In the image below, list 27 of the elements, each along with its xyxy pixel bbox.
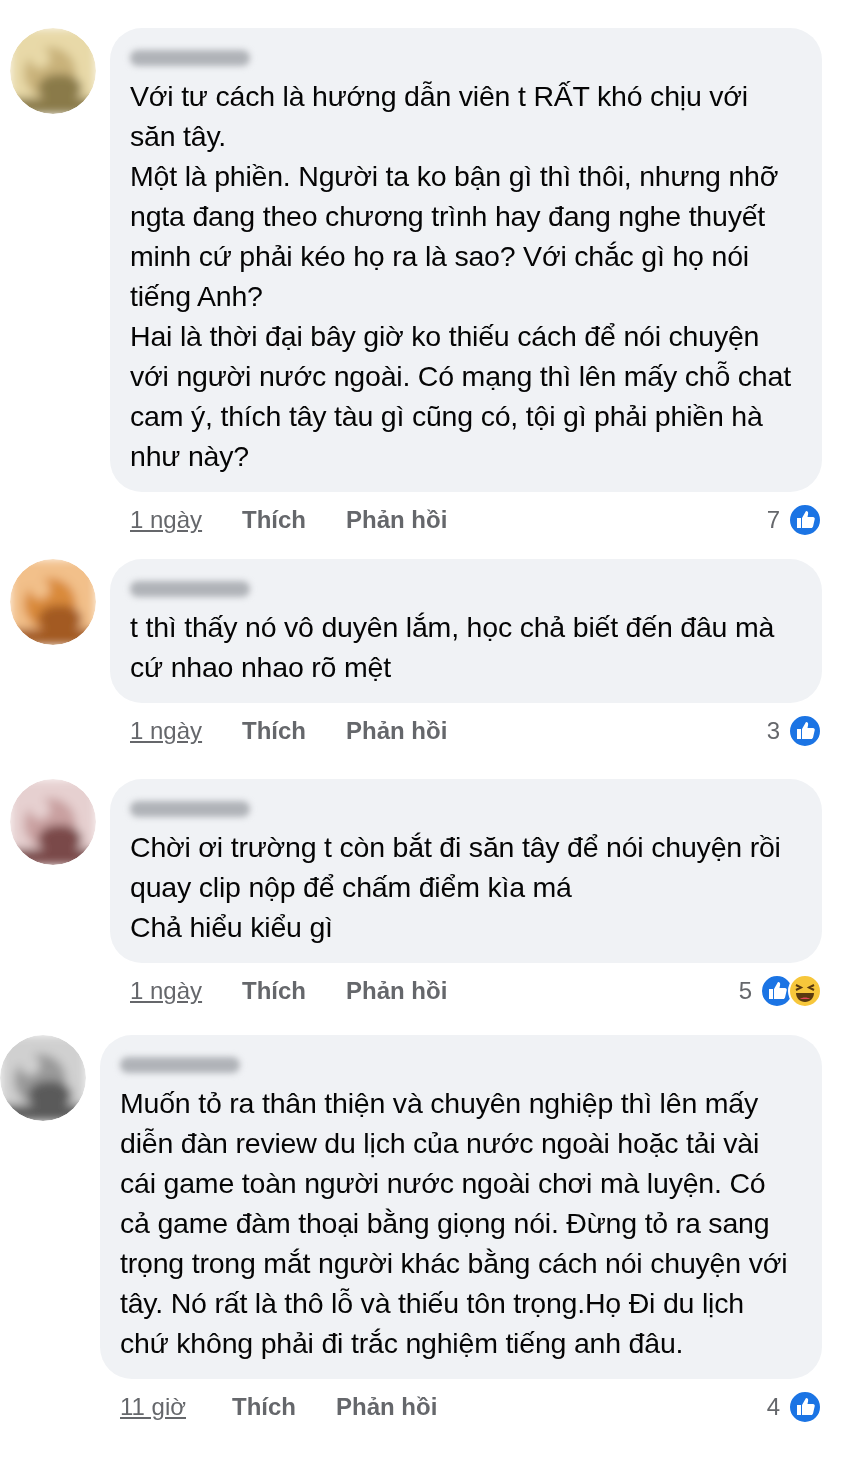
timestamp-link[interactable]: 1 ngày	[130, 973, 242, 1009]
comment-text: Hai là thời đại bây giờ ko thiếu cách để nói chuyện với người nước ngoài. Có mạng thì lên mấy chỗ chat cam ý, thích tây tàu gì cũng có, tội gì phải phiền hà như này?	[130, 319, 792, 474]
reaction-count: 5	[738, 976, 752, 1006]
reaction-count: 7	[766, 505, 780, 535]
thumbs-up-icon	[788, 503, 822, 537]
comment-text: Muốn tỏ ra thân thiện và chuyên nghiệp thì lên mấy diễn đàn review du lịch của nước ngoài hoặc tải vài cái game toàn người nước ngoài chơi mà luyện. Có cả game đàm thoại bằng giọng nói. Đừng tỏ ra sang trọng trong mắt người khác bằng cách nói chuyện với tây. Nó rất là thô lỗ và thiếu tôn trọng.Họ Đi du lịch chứ không phải đi trắc nghiệm tiếng anh đâu.	[120, 1086, 789, 1361]
comment-text: Chả hiểu kiểu gì	[130, 910, 334, 945]
comment-text: Chời ơi trường t còn bắt đi săn tây để nói chuyện rồi quay clip nộp để chấm điểm kìa má	[130, 830, 782, 905]
comment-text: Một là phiền. Người ta ko bận gì thì thôi, nhưng nhỡ ngta đang theo chương trình hay đang nghe thuyết minh cứ phải kéo họ ra là sao? Với chắc gì họ nói tiếng Anh?	[130, 159, 780, 314]
laughing-face-icon	[788, 974, 822, 1008]
timestamp-link[interactable]: 1 ngày	[130, 502, 242, 538]
reaction-count: 3	[766, 716, 780, 746]
comment-text: Với tư cách là hướng dẫn viên t RẤT khó chịu với săn tây.	[130, 79, 749, 154]
like-button[interactable]: Thích	[242, 713, 346, 749]
comment-text: t thì thấy nó vô duyên lắm, học chả biết đến đâu mà cứ nhao nhao rõ mệt	[130, 610, 776, 685]
like-button[interactable]: Thích	[242, 973, 346, 1009]
reply-button[interactable]: Phản hồi	[346, 713, 448, 749]
thumbs-up-icon	[788, 1390, 822, 1424]
like-button[interactable]: Thích	[242, 502, 346, 538]
timestamp-link[interactable]: 11 giờ	[120, 1389, 232, 1425]
reaction-count: 4	[766, 1392, 780, 1422]
reply-button[interactable]: Phản hồi	[336, 1389, 438, 1425]
thumbs-up-icon	[788, 714, 822, 748]
like-button[interactable]: Thích	[232, 1389, 336, 1425]
timestamp-link[interactable]: 1 ngày	[130, 713, 242, 749]
reply-button[interactable]: Phản hồi	[346, 502, 448, 538]
reply-button[interactable]: Phản hồi	[346, 973, 448, 1009]
